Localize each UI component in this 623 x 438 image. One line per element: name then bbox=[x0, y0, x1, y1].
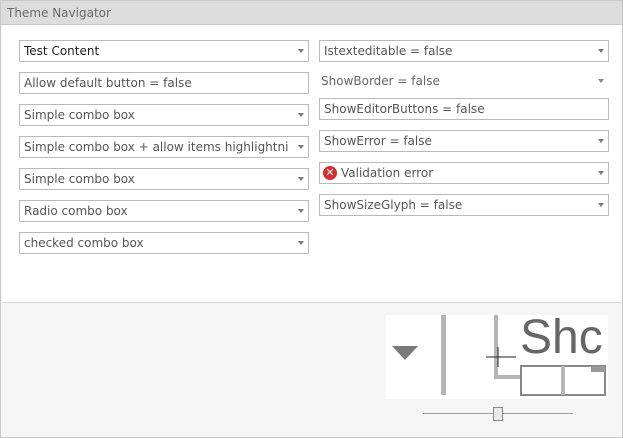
chevron-down-icon[interactable] bbox=[598, 49, 604, 53]
chevron-down-icon[interactable] bbox=[298, 241, 304, 245]
allow-default-button-field[interactable]: Allow default button = false bbox=[19, 72, 309, 94]
simple-combo-box-2[interactable]: Simple combo box bbox=[19, 168, 309, 190]
checked-combo-box-value: checked combo box bbox=[24, 236, 144, 250]
magnified-size-glyph bbox=[591, 366, 605, 372]
window-title: Theme Navigator bbox=[7, 6, 111, 20]
istexteditable-combo[interactable]: Istexteditable = false bbox=[319, 40, 609, 62]
showerror-combo[interactable]: ShowError = false bbox=[319, 130, 609, 152]
showeditorbuttons-field-value: ShowEditorButtons = false bbox=[324, 102, 485, 116]
magnified-border-left bbox=[494, 315, 498, 379]
chevron-down-icon[interactable] bbox=[598, 79, 604, 83]
istexteditable-combo-value: Istexteditable = false bbox=[324, 44, 453, 58]
test-content-combo[interactable]: Test Content bbox=[19, 40, 309, 62]
chevron-down-icon[interactable] bbox=[298, 209, 304, 213]
magnified-dropdown-arrow bbox=[392, 346, 418, 360]
simple-combo-box-1[interactable]: Simple combo box bbox=[19, 104, 309, 126]
radio-combo-box[interactable]: Radio combo box bbox=[19, 200, 309, 222]
chevron-down-icon[interactable] bbox=[298, 113, 304, 117]
chevron-down-icon[interactable] bbox=[298, 177, 304, 181]
chevron-down-icon[interactable] bbox=[598, 203, 604, 207]
showerror-combo-value: ShowError = false bbox=[324, 134, 432, 148]
allow-default-button-field-value: Allow default button = false bbox=[24, 76, 192, 90]
chevron-down-icon[interactable] bbox=[598, 139, 604, 143]
chevron-down-icon[interactable] bbox=[298, 145, 304, 149]
simple-combo-highlighting-value: Simple combo box + allow items highlight… bbox=[24, 140, 288, 154]
magnified-editor-preview: Shc bbox=[392, 315, 606, 396]
theme-navigator-window: Theme Navigator Test Content Allow defaul… bbox=[0, 0, 623, 438]
validation-error-combo-value: Validation error bbox=[341, 166, 434, 180]
checked-combo-box[interactable]: checked combo box bbox=[19, 232, 309, 254]
magnified-border-bottom bbox=[494, 375, 524, 379]
chevron-down-icon[interactable] bbox=[298, 49, 304, 53]
title-bar: Theme Navigator bbox=[1, 1, 622, 25]
showeditorbuttons-field[interactable]: ShowEditorButtons = false bbox=[319, 98, 609, 120]
chevron-down-icon[interactable] bbox=[598, 171, 604, 175]
magnified-separator bbox=[441, 315, 446, 395]
showborder-combo-label: ShowBorder = false bbox=[321, 74, 440, 88]
showsizeglyph-combo[interactable]: ShowSizeGlyph = false bbox=[319, 194, 609, 216]
zoom-slider[interactable] bbox=[423, 406, 573, 422]
validation-error-combo[interactable]: ✕ Validation error bbox=[319, 162, 609, 184]
showborder-combo[interactable]: ShowBorder = false bbox=[319, 70, 609, 92]
simple-combo-highlighting[interactable]: Simple combo box + allow items highlight… bbox=[19, 136, 309, 158]
error-circle-icon: ✕ bbox=[323, 166, 337, 180]
zoom-preview: Shc bbox=[386, 315, 608, 399]
test-content-combo-value: Test Content bbox=[24, 44, 100, 58]
slider-thumb[interactable] bbox=[493, 407, 503, 421]
magnified-box-divider bbox=[561, 366, 565, 395]
simple-combo-box-2-value: Simple combo box bbox=[24, 172, 135, 186]
simple-combo-box-1-value: Simple combo box bbox=[24, 108, 135, 122]
showsizeglyph-combo-value: ShowSizeGlyph = false bbox=[324, 198, 463, 212]
radio-combo-box-value: Radio combo box bbox=[24, 204, 128, 218]
magnified-text: Shc bbox=[520, 315, 603, 364]
